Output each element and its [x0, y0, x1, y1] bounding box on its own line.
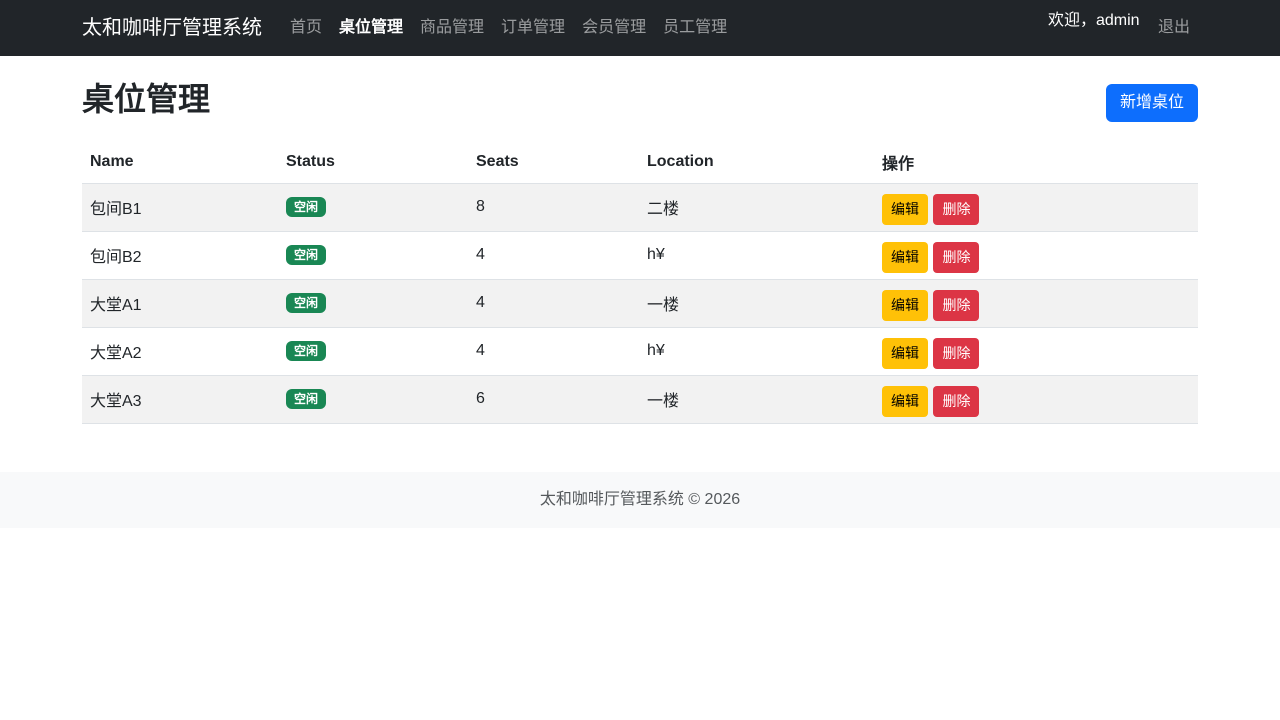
welcome-text: 欢迎，admin [1048, 12, 1140, 29]
delete-button[interactable]: 删除 [933, 337, 980, 369]
table-row: 大堂A1 空闲 4 一楼 编辑 删除 [82, 279, 1198, 328]
table-row: 包间B2 空闲 4 h¥ 编辑 删除 [82, 231, 1198, 280]
nav-link-staff[interactable]: 员工管理 [663, 17, 727, 39]
delete-button[interactable]: 删除 [933, 241, 980, 273]
cell-actions: 编辑 删除 [874, 231, 1198, 280]
delete-button[interactable]: 删除 [933, 385, 980, 417]
cell-name: 大堂A2 [82, 327, 278, 376]
status-badge: 空闲 [286, 293, 327, 313]
column-header-status: Status [278, 142, 468, 184]
cell-seats: 6 [468, 375, 639, 424]
cell-status: 空闲 [278, 231, 468, 280]
column-header-location: Location [639, 142, 874, 184]
cell-location: 二楼 [639, 183, 874, 232]
status-badge: 空闲 [286, 197, 327, 217]
delete-button[interactable]: 删除 [933, 289, 980, 321]
page-footer: 太和咖啡厅管理系统 © 2026 [0, 472, 1280, 528]
cell-status: 空闲 [278, 279, 468, 328]
cell-status: 空闲 [278, 375, 468, 424]
cell-actions: 编辑 删除 [874, 279, 1198, 328]
nav-link-members[interactable]: 会员管理 [582, 17, 646, 39]
cell-seats: 4 [468, 327, 639, 376]
column-header-name: Name [82, 142, 278, 184]
delete-button[interactable]: 删除 [933, 193, 980, 225]
cell-seats: 4 [468, 231, 639, 280]
cell-seats: 4 [468, 279, 639, 328]
cell-status: 空闲 [278, 183, 468, 232]
edit-button[interactable]: 编辑 [882, 289, 928, 321]
cell-actions: 编辑 删除 [874, 327, 1198, 376]
nav-link-orders[interactable]: 订单管理 [501, 17, 565, 39]
cell-location: 一楼 [639, 375, 874, 424]
nav-link-products[interactable]: 商品管理 [420, 17, 484, 39]
cell-location: 一楼 [639, 279, 874, 328]
page-title: 桌位管理 [82, 81, 211, 117]
cell-status: 空闲 [278, 327, 468, 376]
footer-text: 太和咖啡厅管理系统 © 2026 [539, 491, 741, 508]
nav-link-home[interactable]: 首页 [290, 17, 322, 39]
status-badge: 空闲 [286, 341, 327, 361]
status-badge: 空闲 [286, 245, 327, 265]
nav-link-tables[interactable]: 桌位管理 [339, 17, 403, 39]
cell-name: 包间B1 [82, 183, 278, 232]
edit-button[interactable]: 编辑 [882, 193, 928, 225]
cell-name: 大堂A1 [82, 279, 278, 328]
cell-location: h¥ [639, 231, 874, 280]
top-navbar: 太和咖啡厅管理系统 首页 桌位管理 商品管理 订单管理 会员管理 员工管理 欢迎… [0, 0, 1280, 56]
column-header-seats: Seats [468, 142, 639, 184]
status-badge: 空闲 [286, 389, 327, 409]
cell-actions: 编辑 删除 [874, 183, 1198, 232]
logout-link[interactable]: 退出 [1158, 17, 1190, 39]
edit-button[interactable]: 编辑 [882, 385, 928, 417]
tables-table: Name Status Seats Location 操作 包间B1 空闲 8 … [82, 142, 1198, 424]
nav-links: 首页 桌位管理 商品管理 订单管理 会员管理 员工管理 [290, 17, 744, 39]
table-header-row: Name Status Seats Location 操作 [82, 142, 1198, 184]
table-row: 大堂A2 空闲 4 h¥ 编辑 删除 [82, 327, 1198, 376]
cell-actions: 编辑 删除 [874, 375, 1198, 424]
add-table-button[interactable]: 新增桌位 [1106, 84, 1198, 122]
edit-button[interactable]: 编辑 [882, 337, 928, 369]
edit-button[interactable]: 编辑 [882, 241, 928, 273]
cell-name: 包间B2 [82, 231, 278, 280]
column-header-actions: 操作 [874, 142, 1198, 184]
brand-link[interactable]: 太和咖啡厅管理系统 [82, 15, 262, 41]
cell-name: 大堂A3 [82, 375, 278, 424]
cell-seats: 8 [468, 183, 639, 232]
table-row: 包间B1 空闲 8 二楼 编辑 删除 [82, 183, 1198, 232]
cell-location: h¥ [639, 327, 874, 376]
table-row: 大堂A3 空闲 6 一楼 编辑 删除 [82, 375, 1198, 424]
